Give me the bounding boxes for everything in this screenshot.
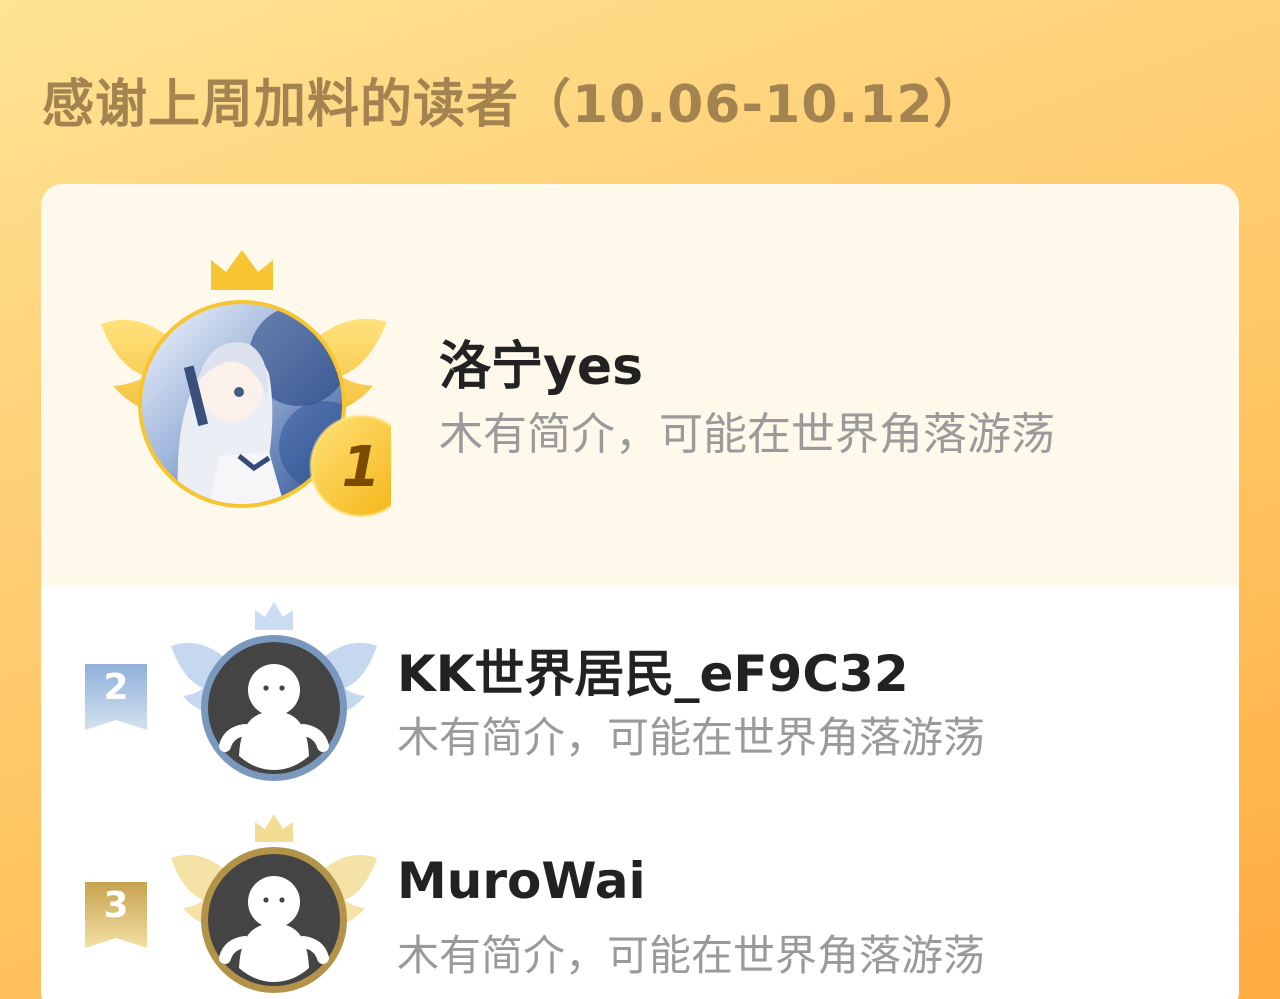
reader-name[interactable]: MuroWai	[397, 852, 646, 910]
svg-text:1: 1	[342, 435, 381, 500]
reader-bio: 木有简介，可能在世界角落游荡	[397, 713, 986, 762]
reader-bio: 木有简介，可能在世界角落游荡	[397, 931, 986, 980]
rank-number: 3	[103, 885, 129, 926]
reader-name[interactable]: KK世界居民_eF9C32	[397, 634, 909, 706]
page-title: 感谢上周加料的读者（10.06-10.12）	[42, 75, 987, 135]
reader-bio: 木有简介，可能在世界角落游荡	[439, 409, 1055, 460]
rank-2-badge: 2	[85, 664, 147, 730]
reader-name[interactable]: 洛宁yes	[439, 324, 643, 399]
bronze-avatar-frame[interactable]	[169, 812, 379, 998]
reader-row-1[interactable]: 1 洛宁yes 木有简介，可能在世界角落游荡	[41, 184, 1239, 587]
reader-row-3[interactable]: 3 MuroWai 木有简介，可能在世界角落游荡	[41, 812, 1239, 999]
rank-3-badge: 3	[85, 882, 147, 948]
reader-row-2[interactable]: 2 KK世界居民_eF9C32 木有简介，可能在世界角落游荡	[41, 594, 1239, 784]
rank-number: 2	[103, 667, 129, 708]
silver-wings-icon	[171, 602, 377, 781]
gold-wings-icon: 1	[101, 250, 391, 518]
silver-avatar-frame[interactable]	[169, 600, 379, 786]
bronze-wings-icon	[171, 814, 377, 993]
gold-avatar-frame[interactable]: 1	[99, 246, 391, 518]
reader-ranking-card: 1 洛宁yes 木有简介，可能在世界角落游荡 2 KK世界居民_eF9C32 木…	[41, 184, 1239, 999]
